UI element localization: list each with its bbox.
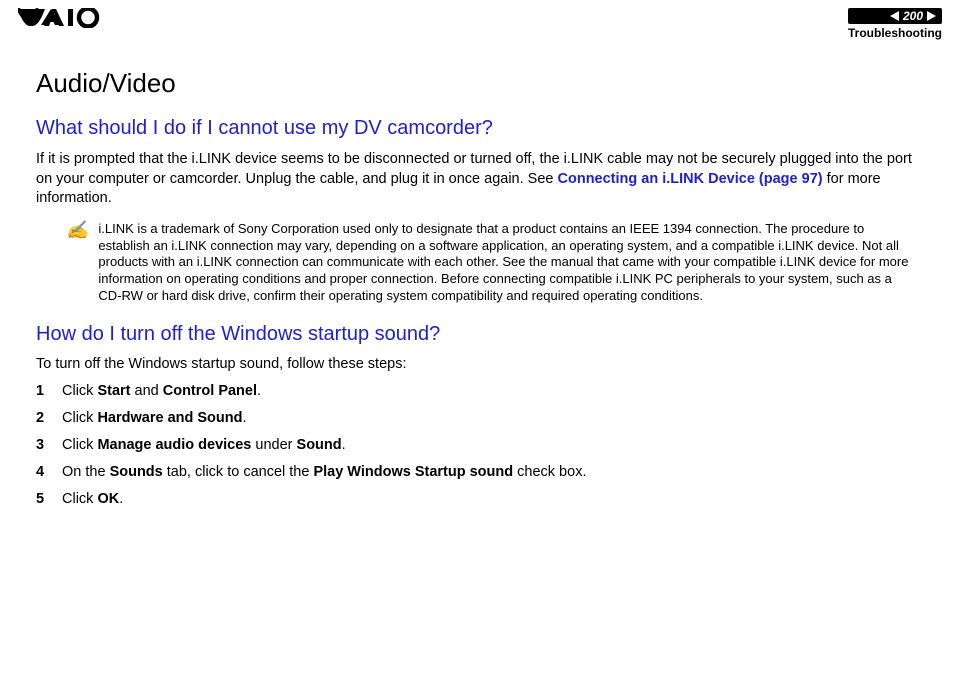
step-item: Click Hardware and Sound. (36, 409, 918, 428)
question-1-heading: What should I do if I cannot use my DV c… (36, 117, 918, 140)
page-title: Audio/Video (36, 68, 918, 99)
note-icon: ✍ (66, 221, 88, 305)
vaio-logo: VAIO (18, 8, 110, 28)
note-text: i.LINK is a trademark of Sony Corporatio… (98, 221, 918, 305)
steps-list: Click Start and Control Panel. Click Har… (36, 382, 918, 508)
section-label: Troubleshooting (848, 26, 942, 40)
step-item: Click Manage audio devices under Sound. (36, 436, 918, 455)
page-nav: 200 (848, 8, 942, 24)
page-number: 200 (903, 9, 923, 23)
step-item: Click OK. (36, 490, 918, 509)
step-item: Click Start and Control Panel. (36, 382, 918, 401)
prev-page-icon[interactable] (890, 11, 899, 21)
header-right: 200 Troubleshooting (848, 8, 942, 40)
note-block: ✍ i.LINK is a trademark of Sony Corporat… (66, 221, 918, 305)
next-page-icon[interactable] (927, 11, 936, 21)
question-2-intro: To turn off the Windows startup sound, f… (36, 356, 918, 372)
page-content: Audio/Video What should I do if I cannot… (0, 44, 954, 508)
cross-ref-link[interactable]: Connecting an i.LINK Device (page 97) (558, 171, 823, 187)
question-2-heading: How do I turn off the Windows startup so… (36, 323, 918, 346)
step-item: On the Sounds tab, click to cancel the P… (36, 463, 918, 482)
page-header: VAIO 200 Troubleshooting (0, 0, 954, 44)
question-1-body: If it is prompted that the i.LINK device… (36, 150, 918, 209)
